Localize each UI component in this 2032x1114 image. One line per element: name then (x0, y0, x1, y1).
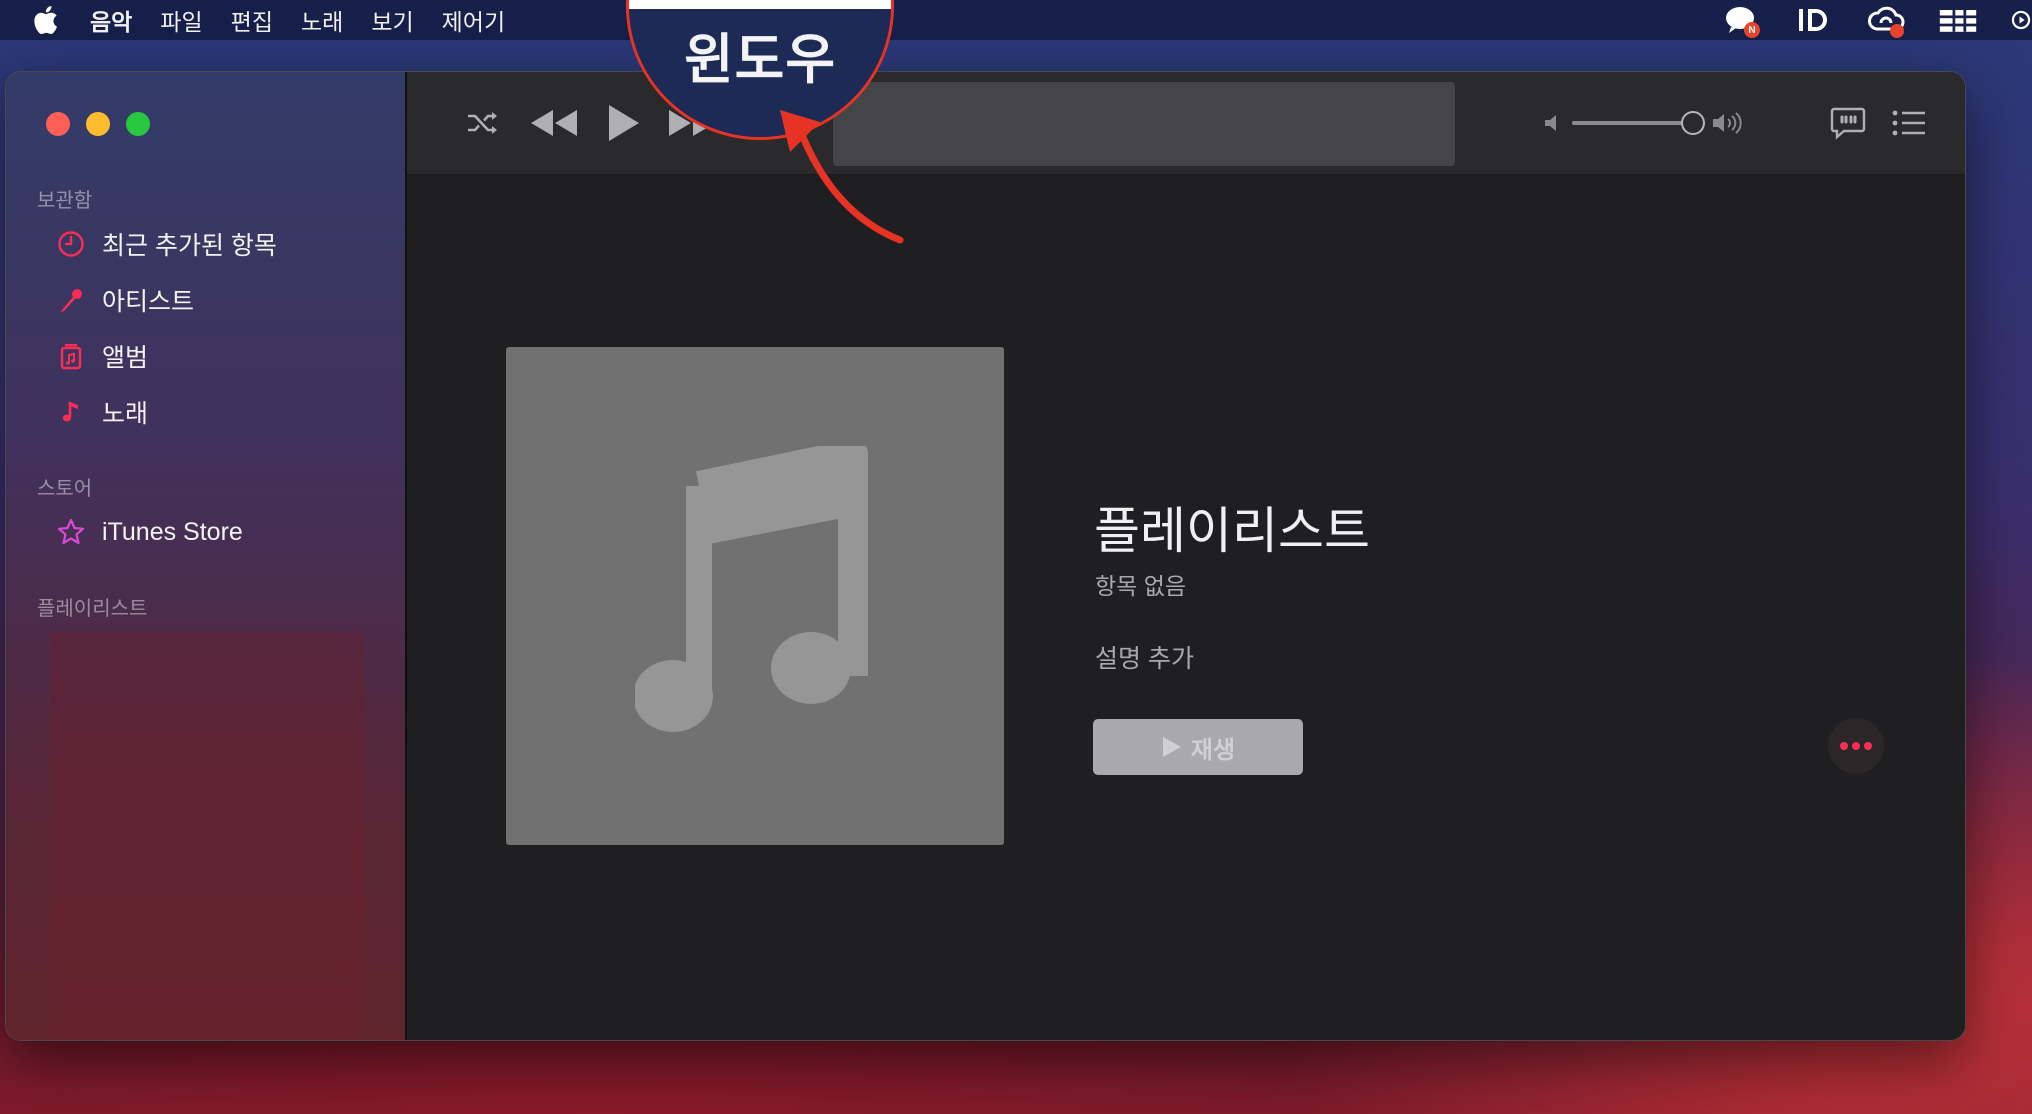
sidebar-item-label: 앨범 (102, 344, 149, 372)
id-icon[interactable] (1794, 0, 1834, 40)
play-icon (1162, 737, 1181, 757)
close-button[interactable] (46, 112, 70, 136)
sidebar-item-label: iTunes Store (102, 517, 243, 546)
now-playing-display[interactable] (833, 82, 1455, 166)
menu-file[interactable]: 파일 (160, 3, 202, 37)
playlist-detail: 플레이리스트 항목 없음 설명 추가 재생 (407, 175, 1965, 1040)
menu-music[interactable]: 음악 (90, 3, 132, 37)
status-icons: N (1690, 0, 2032, 40)
sidebar-item-recently-added[interactable]: 최근 추가된 항목 (56, 222, 277, 266)
library-section-label: 보관함 (37, 190, 93, 212)
playlist-title[interactable]: 플레이리스트 (1094, 491, 1370, 563)
kakaotalk-icon[interactable]: N (1722, 0, 1762, 40)
store-section-label: 스토어 (37, 478, 93, 500)
volume-slider-track[interactable] (1572, 121, 1692, 125)
playlist-list[interactable] (50, 632, 364, 1040)
sidebar-item-itunes-store[interactable]: iTunes Store (56, 510, 243, 554)
zoom-button[interactable] (126, 112, 150, 136)
volume-high-icon (1710, 108, 1746, 138)
rewind-icon[interactable] (527, 104, 581, 142)
menu-view[interactable]: 보기 (371, 3, 413, 37)
sidebar-item-songs[interactable]: 노래 (56, 390, 148, 434)
minimize-button[interactable] (86, 112, 110, 136)
magnifier-highlight (629, 0, 891, 9)
parallels-icon[interactable] (1938, 0, 1978, 40)
notification-badge: N (1744, 22, 1760, 38)
shuffle-icon[interactable] (465, 106, 501, 140)
ellipsis-icon (1840, 742, 1872, 750)
volume-low-icon (1541, 111, 1565, 135)
sidebar-item-artists[interactable]: 아티스트 (56, 278, 194, 322)
creative-cloud-icon[interactable] (1866, 0, 1906, 40)
lyrics-icon[interactable] (1828, 103, 1868, 143)
play-button-label: 재생 (1190, 736, 1236, 764)
microphone-icon (56, 285, 86, 315)
callout-label: 윈도우 (683, 30, 837, 90)
volume-slider-knob[interactable] (1681, 111, 1705, 135)
menu-controls[interactable]: 제어기 (442, 3, 505, 37)
more-options-button[interactable] (1828, 718, 1884, 774)
clock-icon (56, 229, 86, 259)
music-note-icon (635, 446, 868, 732)
playlists-section-label: 플레이리스트 (37, 598, 148, 620)
apple-menu-icon[interactable] (26, 5, 64, 35)
menu-song[interactable]: 노래 (301, 3, 343, 37)
menu-bar: 음악 파일 편집 노래 보기 제어기 말 N (0, 0, 2032, 40)
playlist-item-count: 항목 없음 (1095, 573, 1187, 599)
music-note-icon (56, 397, 86, 427)
album-icon (56, 341, 86, 371)
music-window: 보관함 최근 추가된 항목 아티스트 앨범 노래 스토어 iTunes Stor… (5, 71, 1966, 1041)
cloud-status-dot (1890, 24, 1904, 38)
sidebar-item-label: 아티스트 (102, 288, 195, 316)
sidebar-item-albums[interactable]: 앨범 (56, 334, 148, 378)
sidebar-item-label: 노래 (102, 400, 149, 428)
clock-icon[interactable] (2010, 0, 2032, 40)
callout-arrow-icon (780, 110, 904, 244)
add-description-field[interactable]: 설명 추가 (1095, 639, 1194, 675)
sidebar-item-label: 최근 추가된 항목 (102, 232, 277, 260)
menu-edit[interactable]: 편집 (231, 3, 273, 37)
star-icon (56, 517, 86, 547)
play-playlist-button[interactable]: 재생 (1093, 719, 1303, 775)
playlist-artwork[interactable] (506, 347, 1004, 845)
sidebar: 보관함 최근 추가된 항목 아티스트 앨범 노래 스토어 iTunes Stor… (6, 72, 407, 1040)
queue-list-icon[interactable] (1889, 103, 1929, 143)
